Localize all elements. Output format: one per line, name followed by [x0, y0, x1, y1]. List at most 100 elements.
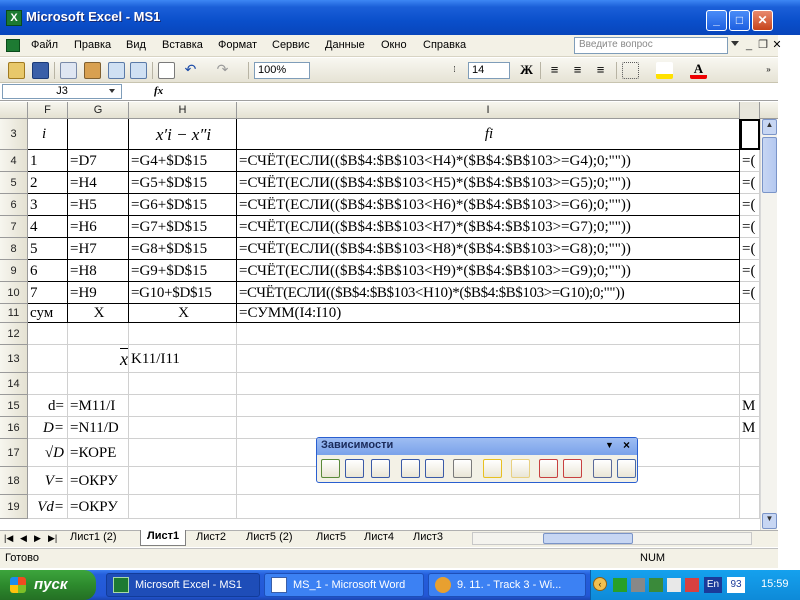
tray-network-icon[interactable] [613, 578, 627, 592]
maximize-button[interactable]: □ [729, 10, 750, 31]
tray-badge[interactable]: 93 [727, 577, 745, 593]
sheet-tab-list1-2[interactable]: Лист1 (2) [70, 531, 117, 543]
cell-h8[interactable]: =G8+$D$15 [129, 238, 237, 260]
cell-f13[interactable] [28, 345, 68, 373]
row-header-8[interactable]: 8 [0, 238, 28, 260]
clear-circles-icon[interactable] [563, 459, 582, 478]
row-header-18[interactable]: 18 [0, 467, 28, 495]
sheet-tab-list1[interactable]: Лист1 [140, 530, 187, 546]
new-comment-icon[interactable] [511, 459, 530, 478]
sheet-tab-list3[interactable]: Лист3 [413, 531, 443, 543]
row-header-10[interactable]: 10 [0, 282, 28, 304]
dependencies-toolbar[interactable]: Зависимости ▼ × [316, 437, 638, 483]
cell-f3[interactable]: i [28, 119, 68, 150]
grid-icon[interactable] [130, 62, 147, 79]
name-box[interactable]: J3 [2, 84, 122, 99]
save-icon[interactable] [32, 62, 49, 79]
minimize-button[interactable]: _ [706, 10, 727, 31]
cell-g18[interactable]: =ОКРУ [68, 467, 129, 495]
row-header-5[interactable]: 5 [0, 172, 28, 194]
cell-f19[interactable]: Vd= [28, 495, 68, 519]
menu-view[interactable]: Вид [126, 39, 146, 51]
cell-i6[interactable]: =СЧЁТ(ЕСЛИ(($B$4:$B$103<H6)*($B$4:$B$103… [237, 194, 740, 216]
undo-icon[interactable]: ↶ [182, 62, 199, 79]
cell-i10[interactable]: =СЧЁТ(ЕСЛИ(($B$4:$B$103<H10)*($B$4:$B$10… [237, 282, 740, 304]
remove-precedents-icon[interactable] [371, 459, 390, 478]
cell-f4[interactable]: 1 [28, 150, 68, 172]
task-media[interactable]: 9. 11. - Track 3 - Wi... [428, 573, 586, 597]
cell-i19[interactable] [237, 495, 740, 519]
scroll-down-icon[interactable]: ▼ [762, 513, 777, 529]
cell-f16[interactable]: D= [28, 417, 68, 439]
cell-f5[interactable]: 2 [28, 172, 68, 194]
cell-f6[interactable]: 3 [28, 194, 68, 216]
cell-i3[interactable]: fi [237, 119, 740, 150]
cell-g12[interactable] [68, 323, 129, 345]
cell-g11[interactable]: X [68, 304, 129, 323]
cell-i8[interactable]: =СЧЁТ(ЕСЛИ(($B$4:$B$103<H8)*($B$4:$B$103… [237, 238, 740, 260]
cell-j8[interactable]: =( [740, 238, 760, 260]
remove-dependents-icon[interactable] [425, 459, 444, 478]
row-header-15[interactable]: 15 [0, 395, 28, 417]
cell-i4[interactable]: =СЧЁТ(ЕСЛИ(($B$4:$B$103<H4)*($B$4:$B$103… [237, 150, 740, 172]
cell-g8[interactable]: =H7 [68, 238, 129, 260]
cell-f10[interactable]: 7 [28, 282, 68, 304]
cell-g4[interactable]: =D7 [68, 150, 129, 172]
row-header-12[interactable]: 12 [0, 323, 28, 345]
cell-h5[interactable]: =G5+$D$15 [129, 172, 237, 194]
row-header-7[interactable]: 7 [0, 216, 28, 238]
cell-j5[interactable]: =( [740, 172, 760, 194]
cell-g17[interactable]: =КОРЕ [68, 439, 129, 467]
bold-icon[interactable]: Ж [518, 62, 535, 79]
start-button[interactable]: пуск [0, 570, 96, 600]
cell-f11[interactable]: сум [28, 304, 68, 323]
menu-data[interactable]: Данные [325, 39, 365, 51]
cell-size-icon[interactable] [158, 62, 175, 79]
doc-close-button[interactable]: ✕ [770, 39, 784, 53]
show-watch-icon[interactable] [593, 459, 612, 478]
cell-j15[interactable]: M [740, 395, 760, 417]
menu-file[interactable]: Файл [31, 39, 58, 51]
row-header-3[interactable]: 3 [0, 119, 28, 150]
close-button[interactable]: ✕ [752, 10, 773, 31]
cell-f17[interactable]: √D [28, 439, 68, 467]
menu-insert[interactable]: Вставка [162, 39, 203, 51]
language-indicator[interactable]: En [704, 577, 722, 593]
cell-i5[interactable]: =СЧЁТ(ЕСЛИ(($B$4:$B$103<H5)*($B$4:$B$103… [237, 172, 740, 194]
redo-icon[interactable]: ↷ [214, 62, 231, 79]
horizontal-scrollbar[interactable] [472, 532, 752, 545]
toolbar-options-icon[interactable]: ⁞ [446, 62, 463, 79]
formula-input[interactable] [172, 85, 772, 100]
tray-expand-icon[interactable]: ‹ [593, 577, 607, 591]
circle-invalid-icon[interactable] [539, 459, 558, 478]
cell-j19[interactable] [740, 495, 760, 519]
cell-f7[interactable]: 4 [28, 216, 68, 238]
excel-app-icon[interactable]: X [6, 10, 22, 26]
cell-i7[interactable]: =СЧЁТ(ЕСЛИ(($B$4:$B$103<H7)*($B$4:$B$103… [237, 216, 740, 238]
cell-h6[interactable]: =G6+$D$15 [129, 194, 237, 216]
scroll-up-icon[interactable]: ▲ [762, 119, 777, 135]
fx-icon[interactable]: fx [154, 85, 163, 97]
align-right-icon[interactable]: ≡ [592, 62, 609, 79]
cell-j9[interactable]: =( [740, 260, 760, 282]
cell-g7[interactable]: =H6 [68, 216, 129, 238]
cell-j14[interactable] [740, 373, 760, 395]
tray-alert-icon[interactable] [685, 578, 699, 592]
cell-h4[interactable]: =G4+$D$15 [129, 150, 237, 172]
clock[interactable]: 15:59 [761, 578, 789, 590]
cell-i16[interactable] [237, 417, 740, 439]
cell-j13[interactable] [740, 345, 760, 373]
cell-h15[interactable] [129, 395, 237, 417]
zoom-select[interactable]: 100% [254, 62, 310, 79]
doc-restore-button[interactable]: ❐ [756, 39, 770, 53]
row-header-16[interactable]: 16 [0, 417, 28, 439]
align-center-icon[interactable]: ≡ [569, 62, 586, 79]
row-header-6[interactable]: 6 [0, 194, 28, 216]
cell-i15[interactable] [237, 395, 740, 417]
cell-j17[interactable] [740, 439, 760, 467]
open-icon[interactable] [8, 62, 25, 79]
cell-f14[interactable] [28, 373, 68, 395]
cell-f9[interactable]: 6 [28, 260, 68, 282]
doc-icon[interactable] [6, 39, 20, 52]
cell-h12[interactable] [129, 323, 237, 345]
